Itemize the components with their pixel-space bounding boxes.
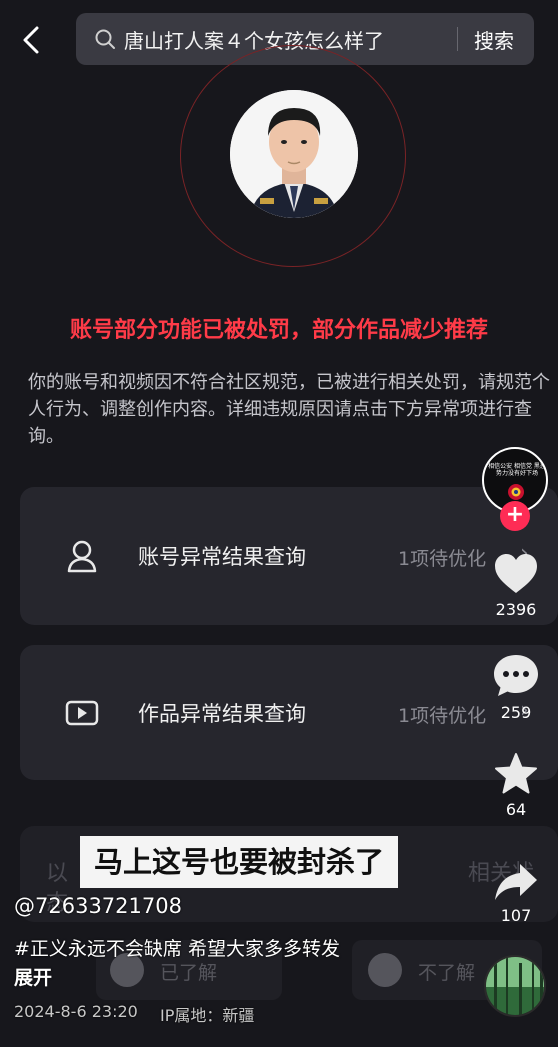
favorite-count: 64 xyxy=(505,800,527,819)
forest-cover-icon xyxy=(486,957,544,1015)
chevron-left-icon xyxy=(23,26,39,54)
penalty-description: 你的账号和视频因不符合社区规范，已被进行相关处罚，请规范个人行为、调整创作内容。… xyxy=(28,372,550,447)
account-abnormal-label: 账号异常结果查询 xyxy=(138,545,306,569)
police-badge-icon xyxy=(508,484,524,500)
share-button[interactable]: 107 xyxy=(482,862,550,925)
background-partial-text: 以 xyxy=(46,861,69,886)
search-divider xyxy=(457,27,458,51)
search-icon xyxy=(95,29,115,49)
creator-avatar-text: 相信公安 相信党 黑恶势力没有好下场 xyxy=(488,463,546,477)
works-abnormal-card[interactable]: 作品异常结果查询 1项待优化 › xyxy=(20,645,558,780)
video-subtitle: 马上这号也要被封杀了 xyxy=(80,836,399,888)
share-count: 107 xyxy=(500,906,532,925)
favorite-button[interactable]: 64 xyxy=(482,752,550,819)
music-disc[interactable] xyxy=(484,955,546,1017)
not-understood-label: 不了解 xyxy=(418,962,476,984)
comment-button[interactable]: 259 xyxy=(482,653,550,722)
comment-icon xyxy=(494,655,538,696)
follow-button[interactable]: + xyxy=(500,501,530,531)
account-abnormal-status: 1项待优化 xyxy=(398,548,487,570)
author-handle[interactable]: @72633721708 xyxy=(14,894,182,918)
understood-label: 已了解 xyxy=(160,962,218,984)
share-arrow-icon xyxy=(495,864,537,900)
star-icon xyxy=(495,753,537,794)
search-button[interactable]: 搜索 xyxy=(474,25,514,54)
works-abnormal-label: 作品异常结果查询 xyxy=(138,702,306,726)
heart-icon xyxy=(495,554,537,593)
works-abnormal-status: 1项待优化 xyxy=(398,705,487,727)
avatar xyxy=(230,90,358,218)
ip-location: IP属地：新疆 xyxy=(160,1006,255,1025)
comment-count: 259 xyxy=(500,703,532,722)
penalty-title: 账号部分功能已被处罚，部分作品减少推荐 xyxy=(69,318,488,343)
post-caption[interactable]: #正义永远不会缺席 希望大家多多转发 xyxy=(14,934,340,961)
sad-face-icon xyxy=(368,953,402,987)
post-datetime: 2024-8-6 23:20 xyxy=(14,1002,138,1021)
expand-link[interactable]: 展开 xyxy=(14,963,52,990)
user-outline-icon xyxy=(67,540,97,573)
like-button[interactable]: 2396 xyxy=(482,552,550,619)
video-icon xyxy=(65,700,99,726)
account-abnormal-card[interactable]: 账号异常结果查询 1项待优化 › xyxy=(20,487,558,625)
back-button[interactable] xyxy=(14,22,48,58)
like-count: 2396 xyxy=(495,600,537,619)
officer-portrait-image xyxy=(230,90,358,218)
